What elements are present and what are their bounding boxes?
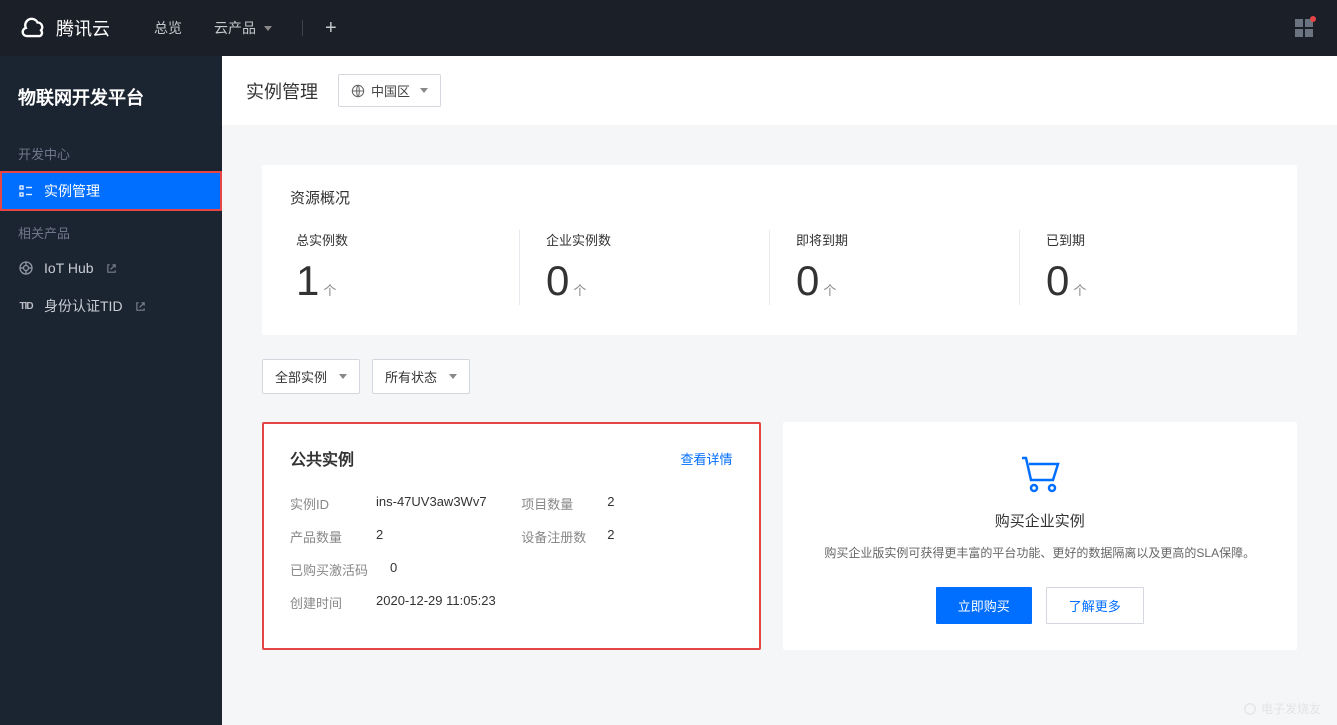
sidebar-item-instance[interactable]: 实例管理 — [0, 171, 222, 211]
kv-value: 2020-12-29 11:05:23 — [376, 593, 496, 612]
page-header: 实例管理 中国区 — [222, 56, 1337, 125]
sidebar-title: 物联网开发平台 — [0, 74, 222, 132]
filter-label: 所有状态 — [385, 367, 437, 386]
topbar-right — [1295, 19, 1313, 37]
kv-key: 创建时间 — [290, 593, 358, 612]
buy-title: 购买企业实例 — [995, 510, 1085, 531]
region-label: 中国区 — [371, 81, 410, 100]
main-content: 实例管理 中国区 资源概况 总实例数 1个 企业实例数 0个 — [222, 56, 1337, 725]
stat-enterprise: 企业实例数 0个 — [520, 230, 770, 305]
sidebar-item-label: 实例管理 — [44, 181, 100, 201]
filter-status[interactable]: 所有状态 — [372, 359, 470, 394]
watermark: 电子发烧友 — [1243, 700, 1321, 717]
sidebar-group-related: 相关产品 — [0, 211, 222, 250]
sidebar-group-dev: 开发中心 — [0, 132, 222, 171]
sidebar-item-iothub[interactable]: IoT Hub — [0, 250, 222, 286]
chevron-down-icon — [449, 374, 457, 379]
buy-now-button[interactable]: 立即购买 — [936, 587, 1032, 624]
instance-title: 公共实例 — [290, 446, 354, 470]
stat-value: 0 — [546, 257, 569, 305]
stats-title: 资源概况 — [290, 187, 1269, 208]
stats-card: 资源概况 总实例数 1个 企业实例数 0个 即将到期 0个 — [262, 165, 1297, 335]
kv-key: 产品数量 — [290, 527, 358, 546]
buy-description: 购买企业版实例可获得更丰富的平台功能、更好的数据隔离以及更高的SLA保障。 — [824, 543, 1255, 565]
learn-more-button[interactable]: 了解更多 — [1046, 587, 1144, 624]
stat-value: 1 — [296, 257, 319, 305]
sidebar-item-tid[interactable]: TID 身份认证TID — [0, 286, 222, 326]
kv-value: 2 — [376, 527, 383, 546]
filter-instance-type[interactable]: 全部实例 — [262, 359, 360, 394]
topbar: 腾讯云 总览 云产品 + — [0, 0, 1337, 56]
stat-label: 即将到期 — [796, 230, 993, 249]
nav-products[interactable]: 云产品 — [200, 12, 286, 44]
brand-text: 腾讯云 — [56, 15, 110, 41]
divider — [302, 20, 303, 36]
filter-label: 全部实例 — [275, 367, 327, 386]
stat-label: 企业实例数 — [546, 230, 743, 249]
buy-enterprise-card: 购买企业实例 购买企业版实例可获得更丰富的平台功能、更好的数据隔离以及更高的SL… — [783, 422, 1298, 650]
kv-value: 0 — [390, 560, 397, 579]
stat-unit: 个 — [1073, 280, 1086, 299]
filter-row: 全部实例 所有状态 — [262, 359, 1297, 394]
stat-label: 已到期 — [1046, 230, 1243, 249]
stat-value: 0 — [796, 257, 819, 305]
sidebar-item-label: IoT Hub — [44, 260, 94, 276]
kv-key: 已购买激活码 — [290, 560, 372, 579]
kv-value: ins-47UV3aw3Wv7 — [376, 494, 487, 513]
stat-label: 总实例数 — [296, 230, 493, 249]
add-tab-button[interactable]: + — [319, 17, 343, 40]
sidebar: 物联网开发平台 开发中心 实例管理 相关产品 IoT Hub TID 身份认证T… — [0, 56, 222, 725]
stats-row: 总实例数 1个 企业实例数 0个 即将到期 0个 已到期 0个 — [290, 230, 1269, 305]
external-link-icon — [106, 263, 117, 274]
top-nav: 总览 云产品 + — [140, 12, 343, 44]
kv-value: 2 — [607, 527, 614, 546]
page-title: 实例管理 — [246, 78, 318, 104]
chevron-down-icon — [420, 88, 428, 93]
kv-key: 项目数量 — [521, 494, 589, 513]
stat-unit: 个 — [573, 280, 586, 299]
kv-key: 设备注册数 — [521, 527, 589, 546]
stat-unit: 个 — [823, 280, 836, 299]
list-icon — [18, 183, 34, 199]
stat-value: 0 — [1046, 257, 1069, 305]
nav-overview[interactable]: 总览 — [140, 12, 196, 44]
stat-unit: 个 — [323, 280, 336, 299]
kv-key: 实例ID — [290, 494, 358, 513]
cloud-icon — [20, 14, 48, 42]
chevron-down-icon — [339, 374, 347, 379]
kv-value: 2 — [607, 494, 614, 513]
nav-products-label: 云产品 — [214, 18, 256, 38]
region-selector[interactable]: 中国区 — [338, 74, 441, 107]
external-link-icon — [135, 301, 146, 312]
chevron-down-icon — [264, 26, 272, 31]
sidebar-item-label: 身份认证TID — [44, 296, 123, 316]
cart-icon — [1016, 452, 1064, 496]
hub-icon — [18, 260, 34, 276]
stat-expired: 已到期 0个 — [1020, 230, 1269, 305]
globe-icon — [351, 84, 365, 98]
view-detail-link[interactable]: 查看详情 — [680, 449, 732, 468]
apps-grid-icon[interactable] — [1295, 19, 1313, 37]
public-instance-card: 公共实例 查看详情 实例ID ins-47UV3aw3Wv7 项目数量 2 产品数量… — [262, 422, 761, 650]
stat-expiring: 即将到期 0个 — [770, 230, 1020, 305]
brand-logo[interactable]: 腾讯云 — [20, 14, 110, 42]
stat-total: 总实例数 1个 — [290, 230, 520, 305]
tid-icon: TID — [18, 298, 34, 314]
